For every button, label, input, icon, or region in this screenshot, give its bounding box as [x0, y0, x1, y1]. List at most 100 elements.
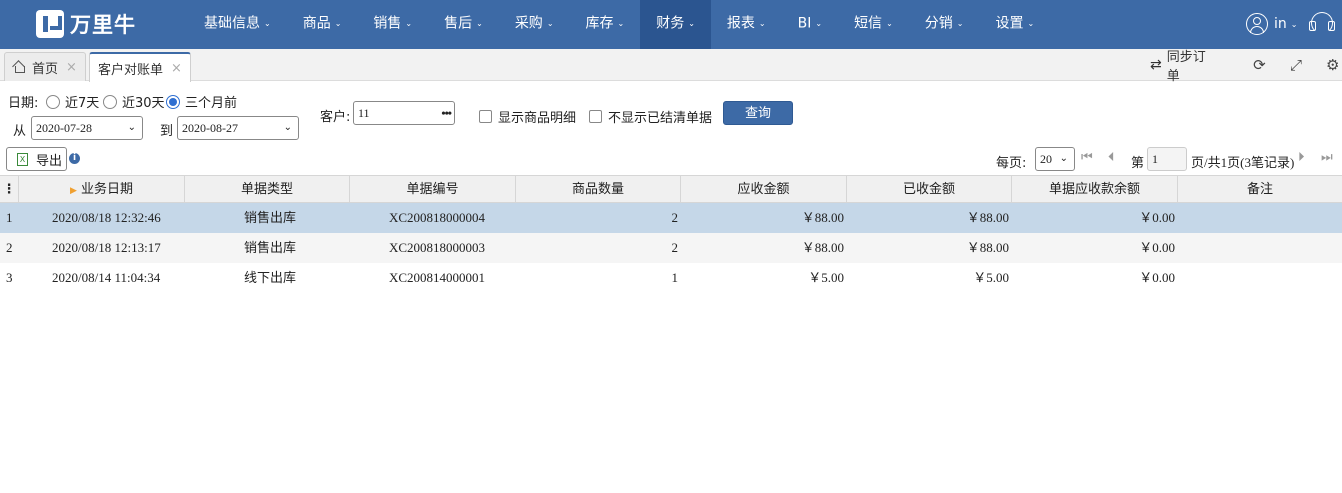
cell-date: 2020/08/18 12:13:17	[52, 240, 161, 255]
sync-orders-button[interactable]: ⇄ 同步订单	[1150, 46, 1214, 84]
column-header-note[interactable]: 备注	[1178, 176, 1342, 203]
fullscreen-icon[interactable]: ⤢	[1287, 55, 1306, 75]
info-icon[interactable]: i	[69, 153, 80, 164]
chevron-down-icon: ⌄	[283, 122, 292, 133]
per-page-value: 20	[1040, 152, 1052, 166]
brand-name: 万里牛	[70, 13, 136, 37]
chevron-down-icon: ⌄	[815, 19, 823, 28]
customer-value: 11	[358, 106, 370, 120]
close-icon[interactable]: ×	[171, 61, 182, 76]
checkbox-label: 不显示已结清单据	[608, 111, 713, 126]
chevron-down-icon: ⌄	[688, 19, 695, 28]
first-page-icon[interactable]: ⏮	[1081, 150, 1093, 165]
nav-item-settings[interactable]: 设置 ⌄	[979, 0, 1050, 49]
nav-item-label: 报表	[726, 15, 755, 32]
checkbox-label: 显示商品明细	[498, 111, 577, 126]
user-menu[interactable]: in ⌄	[1246, 11, 1297, 37]
headset-icon[interactable]	[1309, 12, 1335, 34]
chevron-down-icon: ⌄	[956, 19, 964, 28]
column-header-date[interactable]: ▶ 业务日期	[19, 176, 185, 203]
to-label: 到	[160, 124, 174, 139]
nav-item-label: 采购	[514, 15, 543, 32]
close-icon[interactable]: ×	[66, 60, 77, 75]
column-header-type[interactable]: 单据类型	[185, 176, 350, 203]
nav-item-sms[interactable]: 短信 ⌄	[838, 0, 909, 49]
nav-item-reports[interactable]: 报表 ⌄	[711, 0, 782, 49]
row-number: 3	[6, 270, 13, 285]
nav-item-basic-info[interactable]: 基础信息 ⌄	[188, 0, 287, 49]
settings-icon[interactable]: ⚙	[1323, 55, 1342, 75]
chevron-down-icon: ⌄	[1059, 153, 1068, 164]
cell-balance: ￥0.00	[1139, 210, 1175, 225]
next-page-icon[interactable]: ⏵	[1298, 150, 1305, 165]
column-header-receivable[interactable]: 应收金额	[681, 176, 847, 203]
column-header-code[interactable]: 单据编号	[350, 176, 516, 203]
tab-label: 客户对账单	[98, 62, 164, 78]
nav-item-sales[interactable]: 销售 ⌄	[357, 0, 428, 49]
cell-type: 销售出库	[244, 240, 297, 255]
cell-receivable: ￥88.00	[801, 210, 844, 225]
last-page-icon[interactable]: ⏭	[1321, 150, 1333, 165]
radio-circle	[103, 94, 117, 109]
sync-icon: ⇄	[1150, 56, 1162, 73]
radio-label: 近7天	[65, 96, 100, 111]
user-name: in	[1274, 16, 1287, 32]
prev-page-icon[interactable]: ⏴	[1108, 150, 1115, 165]
nav-item-label: 分销	[924, 15, 953, 32]
nav-item-distribution[interactable]: 分销 ⌄	[909, 0, 980, 49]
column-header-label: 业务日期	[80, 182, 133, 197]
excel-icon: X	[17, 152, 28, 166]
main-nav: 基础信息 ⌄ 商品 ⌄ 销售 ⌄ 售后 ⌄ 采购 ⌄ 库存 ⌄ 财务 ⌄ 报表 ⌄ BI ⌄ 短信…	[188, 0, 1050, 49]
tab-home[interactable]: 首页 ×	[4, 52, 86, 81]
from-date-value: 2020-07-28	[36, 121, 92, 135]
cell-received: ￥5.00	[973, 270, 1009, 285]
nav-item-label: 设置	[995, 15, 1024, 32]
nav-item-bi[interactable]: BI ⌄	[782, 0, 838, 49]
range-3-months-radio[interactable]: 三个月前	[166, 92, 237, 111]
nav-item-finance[interactable]: 财务 ⌄	[640, 0, 711, 49]
customer-label: 客户:	[320, 110, 351, 125]
column-menu-icon[interactable]: ⋮	[0, 176, 19, 203]
row-number: 1	[6, 210, 13, 225]
chevron-down-icon: ⌄	[758, 19, 766, 28]
nav-item-label: 财务	[656, 15, 685, 32]
column-header-balance[interactable]: 单据应收款余额	[1012, 176, 1178, 203]
table-row[interactable]: 1 2020/08/18 12:32:46 销售出库 XC20081800000…	[0, 203, 1342, 233]
refresh-icon[interactable]: ⟳	[1250, 55, 1269, 75]
hide-settled-checkbox[interactable]: 不显示已结清单据	[589, 107, 712, 126]
show-detail-checkbox[interactable]: 显示商品明细	[479, 107, 576, 126]
nav-item-label: 销售	[373, 15, 402, 32]
cell-date: 2020/08/14 11:04:34	[52, 270, 161, 285]
nav-item-after-sales[interactable]: 售后 ⌄	[428, 0, 499, 49]
tab-tools: ⇄ 同步订单 ⟳ ⤢ ⚙	[1150, 49, 1342, 84]
nav-item-label: 商品	[302, 15, 331, 32]
range-7-days-radio[interactable]: 近7天	[46, 92, 99, 111]
range-30-days-radio[interactable]: 近30天	[103, 92, 165, 111]
tab-customer-statement[interactable]: 客户对账单 ×	[89, 52, 191, 82]
sync-orders-label: 同步订单	[1166, 49, 1206, 84]
to-date-select[interactable]: 2020-08-27 ⌄	[177, 116, 299, 140]
more-icon[interactable]: •••	[441, 102, 452, 124]
cell-balance: ￥0.00	[1139, 240, 1175, 255]
nav-item-products[interactable]: 商品 ⌄	[287, 0, 358, 49]
chevron-down-icon: ⌄	[546, 19, 554, 28]
column-header-received[interactable]: 已收金额	[847, 176, 1012, 203]
logo-icon	[36, 10, 64, 38]
home-icon	[13, 61, 26, 73]
cell-qty: 1	[671, 270, 679, 285]
nav-item-purchase[interactable]: 采购 ⌄	[499, 0, 570, 49]
table-row[interactable]: 2 2020/08/18 12:13:17 销售出库 XC20081800000…	[0, 233, 1342, 263]
page-input[interactable]: 1	[1147, 147, 1187, 171]
from-date-select[interactable]: 2020-07-28 ⌄	[31, 116, 143, 140]
cell-received: ￥88.00	[966, 210, 1009, 225]
cell-qty: 2	[671, 210, 679, 225]
cell-receivable: ￥88.00	[801, 240, 844, 255]
export-button[interactable]: X 导出	[6, 147, 67, 171]
query-button[interactable]: 查询	[723, 101, 793, 125]
brand-logo[interactable]: 万里牛	[36, 9, 136, 39]
per-page-select[interactable]: 20 ⌄	[1035, 147, 1075, 171]
column-header-qty[interactable]: 商品数量	[516, 176, 681, 203]
customer-input[interactable]: 11 •••	[353, 101, 455, 125]
nav-item-inventory[interactable]: 库存 ⌄	[570, 0, 641, 49]
table-row[interactable]: 3 2020/08/14 11:04:34 线下出库 XC20081400000…	[0, 263, 1342, 293]
